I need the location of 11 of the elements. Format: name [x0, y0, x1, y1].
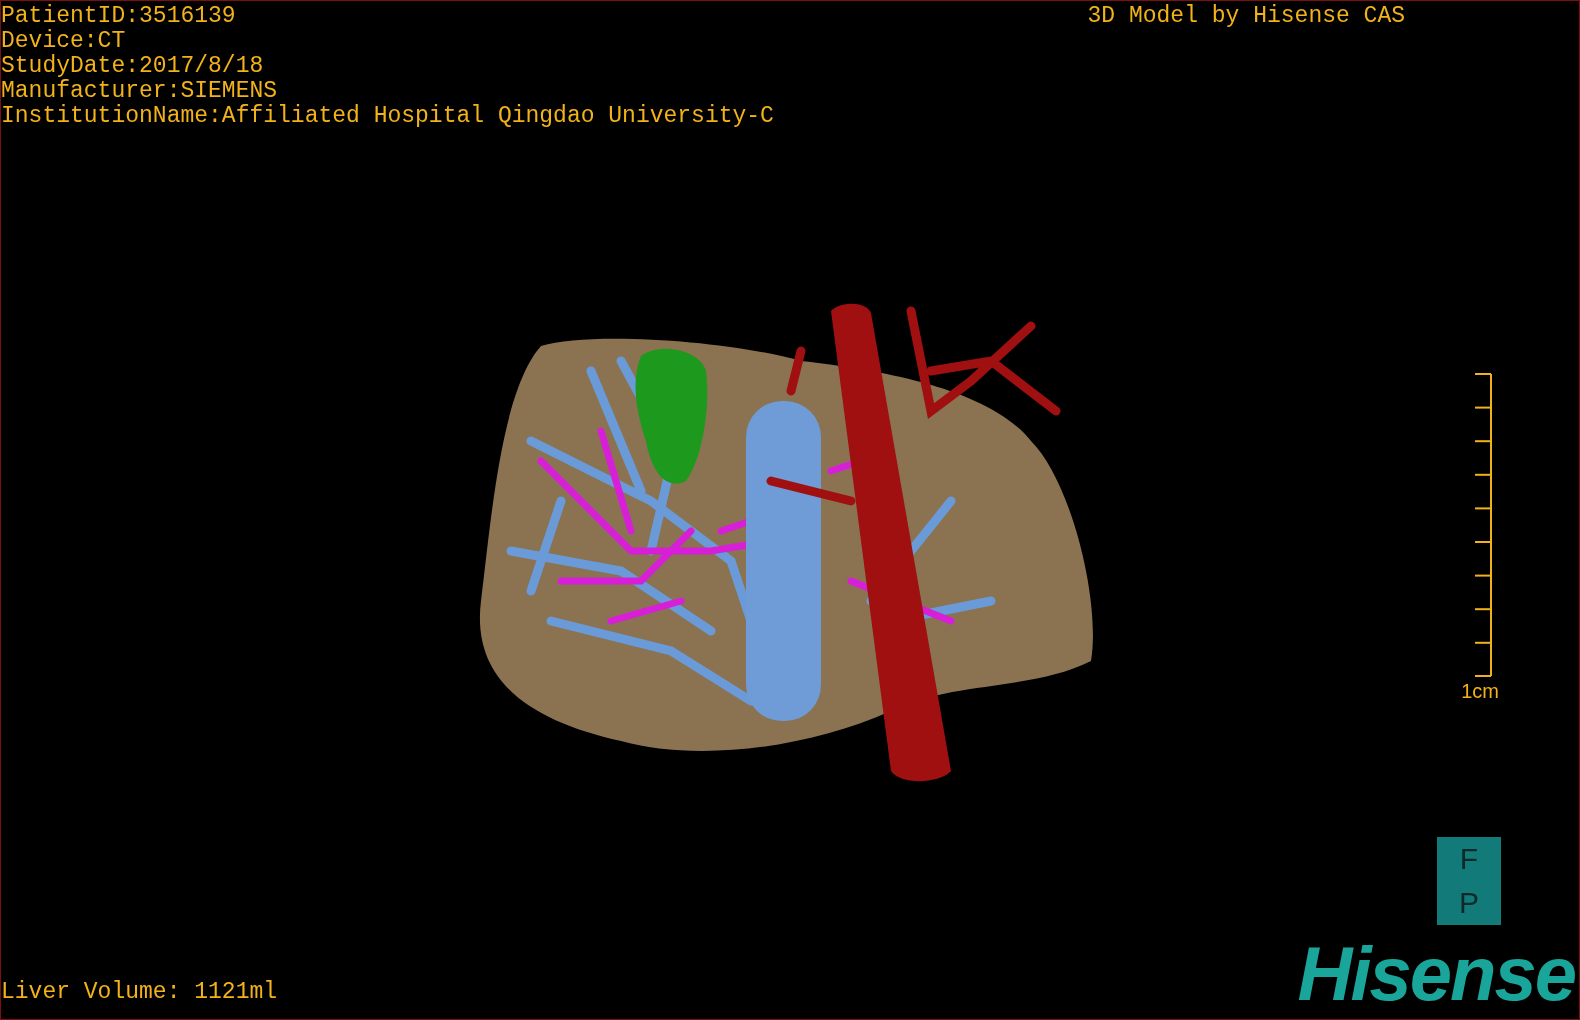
info-text: Device:CT [1, 29, 127, 54]
orientation-button[interactable]: F [1437, 837, 1501, 881]
info-text: StudyDate:2017/8/18 [1, 54, 265, 79]
orientation-button[interactable]: P [1437, 881, 1501, 925]
info-text: InstitutionName:Affiliated Hospital Qingdao University-C [1, 104, 774, 129]
header-text: 3D Model by Hisense CAS [1087, 2, 1405, 31]
info-text: Manufacturer:SIEMENS [1, 79, 279, 104]
info-text: PatientID:3516139 [1, 4, 237, 29]
logo: Hisense [1297, 939, 1575, 1009]
scale-label: 1cm [1461, 679, 1499, 703]
liver-volume-text: Liver Volume: 1121ml [1, 980, 278, 1005]
